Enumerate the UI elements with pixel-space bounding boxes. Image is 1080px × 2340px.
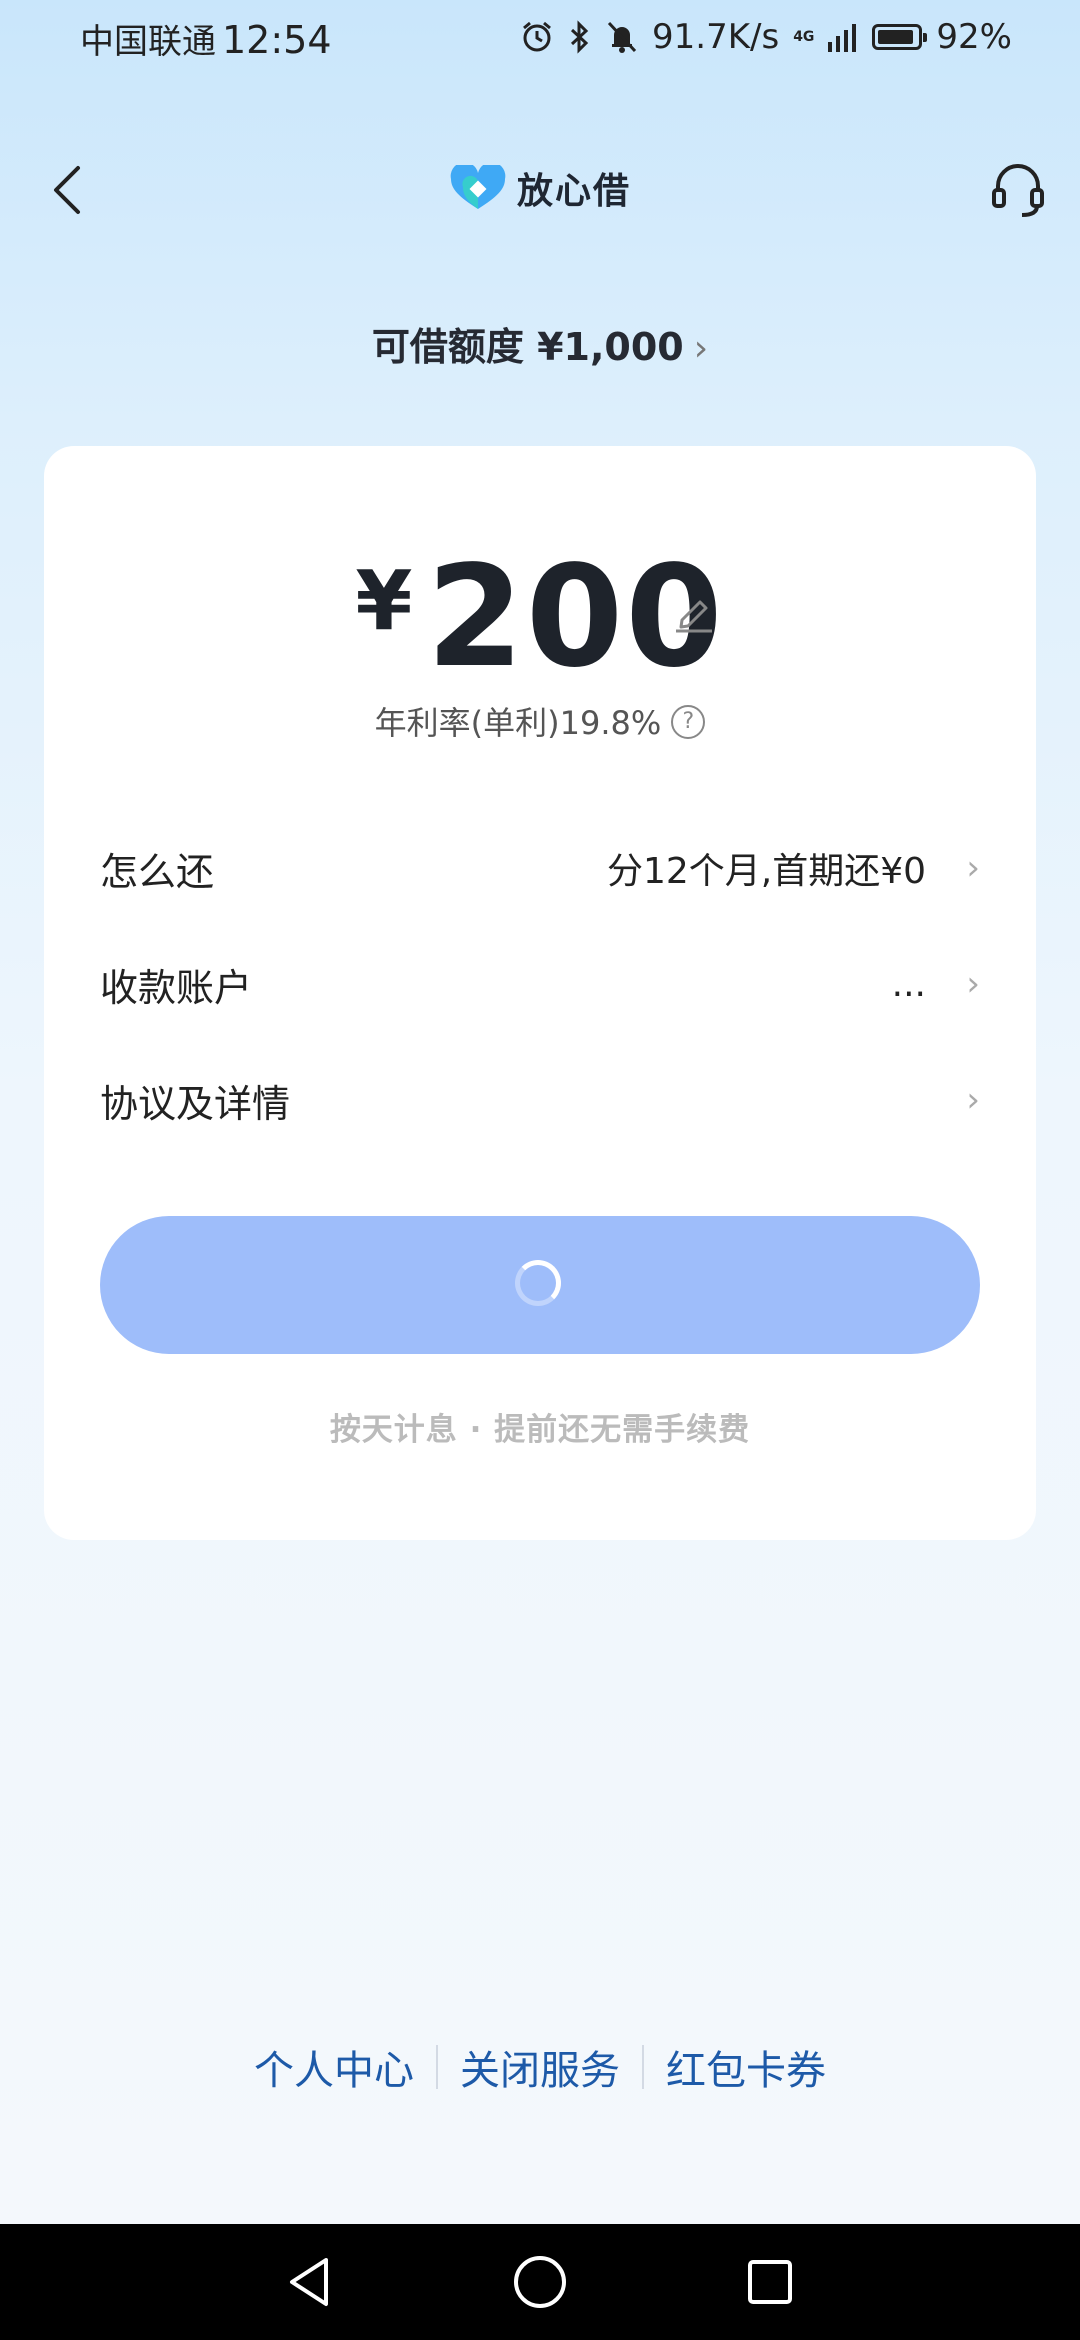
interest-rate-text: 年利率(单利)19.8% — [374, 704, 662, 742]
loan-amount: ¥200 — [44, 536, 1036, 699]
chevron-right-icon: › — [693, 328, 709, 369]
chevron-right-icon: › — [966, 1080, 980, 1120]
loading-spinner-icon — [515, 1260, 561, 1306]
interest-rate: 年利率(单利)19.8%? — [44, 698, 1036, 744]
nav-back-icon[interactable] — [282, 2252, 338, 2312]
submit-button[interactable] — [100, 1216, 980, 1354]
credit-limit-link[interactable]: 可借额度 ¥1,000 › — [0, 316, 1080, 371]
coupons-link[interactable]: 红包卡券 — [644, 2038, 848, 2096]
status-bar: 中国联通 12:54 91.7K/s 4G 92% — [0, 0, 1080, 76]
header: 放心借 — [0, 140, 1080, 240]
row-value: ... — [891, 963, 926, 1005]
system-nav-bar — [0, 2224, 1080, 2340]
carrier-name: 中国联通 — [80, 22, 216, 62]
row-value: 分12个月,首期还¥0 — [606, 851, 926, 892]
credit-limit-label: 可借额度 ¥1,000 — [371, 325, 684, 369]
alarm-icon — [523, 21, 551, 52]
brand-name: 放心借 — [516, 171, 631, 212]
network-type: 4G — [793, 29, 815, 45]
receiving-account-row[interactable]: 收款账户 ... › — [100, 944, 980, 1024]
headset-icon[interactable] — [986, 158, 1050, 222]
status-left: 中国联通 12:54 — [80, 14, 332, 63]
signal-icon — [828, 24, 857, 52]
agreement-details-row[interactable]: 协议及详情 › — [100, 1060, 980, 1140]
row-label: 协议及详情 — [100, 1081, 291, 1126]
net-speed: 91.7K/s — [652, 17, 780, 57]
currency-symbol: ¥ — [355, 554, 413, 649]
battery-icon — [872, 24, 928, 50]
brand-logo-icon — [450, 165, 506, 209]
chevron-right-icon: › — [966, 964, 980, 1004]
personal-center-link[interactable]: 个人中心 — [232, 2038, 436, 2096]
battery-text: 92% — [936, 17, 1012, 57]
status-right: 91.7K/s 4G 92% — [520, 14, 1012, 60]
chevron-right-icon: › — [966, 848, 980, 888]
fee-tip: 按天计息 · 提前还无需手续费 — [329, 1412, 751, 1448]
footer-links: 个人中心 关闭服务 红包卡券 — [0, 2038, 1080, 2096]
help-icon[interactable]: ? — [671, 705, 706, 739]
row-label: 怎么还 — [100, 849, 215, 894]
loan-card: ¥200 年利率(单利)19.8%? 怎么还 分12个月,首期还¥0 › 收款账… — [44, 446, 1036, 1540]
pencil-icon[interactable] — [672, 590, 716, 634]
brand: 放心借 — [0, 162, 1080, 214]
close-service-link[interactable]: 关闭服务 — [438, 2038, 642, 2096]
repayment-plan-row[interactable]: 怎么还 分12个月,首期还¥0 › — [100, 828, 980, 908]
clock: 12:54 — [222, 18, 332, 62]
nav-recents-icon[interactable] — [742, 2252, 798, 2312]
row-label: 收款账户 — [100, 965, 253, 1010]
nav-home-icon[interactable] — [510, 2252, 570, 2312]
bluetooth-icon — [570, 20, 589, 54]
mute-icon — [607, 21, 637, 53]
